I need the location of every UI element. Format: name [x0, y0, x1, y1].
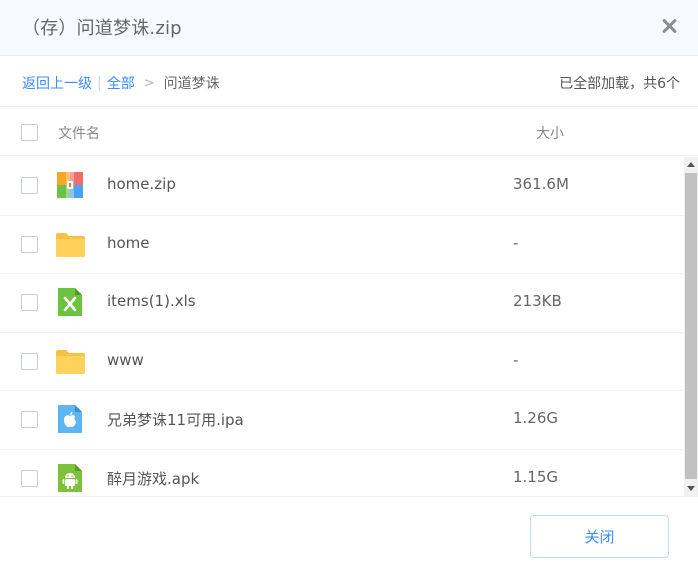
- zip-archive-icon: [57, 172, 83, 198]
- file-name[interactable]: home: [107, 234, 150, 252]
- scrollbar-thumb[interactable]: [685, 173, 697, 479]
- file-name[interactable]: 兄弟梦诛11可用.ipa: [107, 409, 244, 430]
- table-row[interactable]: www -: [0, 333, 684, 391]
- folder-icon: [56, 349, 85, 374]
- row-checkbox[interactable]: [21, 235, 38, 253]
- row-checkbox[interactable]: [21, 411, 38, 428]
- excel-file-icon: [58, 288, 82, 316]
- ios-app-icon: [58, 405, 82, 433]
- close-button[interactable]: 关闭: [530, 515, 669, 558]
- row-checkbox[interactable]: [21, 294, 38, 311]
- file-size: -: [513, 350, 519, 369]
- dialog-header: （存）问道梦诛.zip: [0, 0, 698, 56]
- file-size: 213KB: [513, 292, 562, 310]
- chevron-right-icon: >: [143, 75, 155, 91]
- table-header: 文件名 大小: [0, 108, 698, 156]
- table-row[interactable]: 兄弟梦诛11可用.ipa 1.26G: [0, 391, 684, 450]
- folder-icon: [56, 232, 85, 257]
- file-name[interactable]: www: [107, 351, 144, 369]
- file-list: home.zip 361.6M home - items(1).xls 213K…: [0, 157, 684, 496]
- table-row[interactable]: home.zip 361.6M: [0, 157, 684, 216]
- row-checkbox[interactable]: [21, 352, 38, 370]
- table-row[interactable]: items(1).xls 213KB: [0, 274, 684, 333]
- dialog-title: （存）问道梦诛.zip: [22, 18, 182, 39]
- android-app-icon: [58, 463, 82, 492]
- breadcrumb-bar: 返回上一级 | 全部 > 问道梦诛 已全部加载，共6个: [0, 57, 698, 107]
- close-icon[interactable]: [658, 15, 680, 37]
- file-size: 1.15G: [513, 467, 559, 486]
- breadcrumb-current: 问道梦诛: [163, 76, 220, 92]
- file-size: 1.26G: [513, 409, 559, 427]
- file-name[interactable]: home.zip: [107, 175, 176, 193]
- breadcrumb-divider: |: [97, 75, 102, 91]
- back-link[interactable]: 返回上一级: [22, 73, 92, 93]
- row-checkbox[interactable]: [21, 469, 38, 487]
- dialog-footer: 关闭: [0, 496, 698, 580]
- scrollbar[interactable]: [684, 157, 698, 496]
- table-row[interactable]: 醉月游戏.apk 1.15G: [0, 450, 684, 497]
- column-header-size: 大小: [536, 126, 564, 142]
- file-name[interactable]: items(1).xls: [107, 292, 196, 310]
- all-link[interactable]: 全部: [107, 73, 135, 93]
- table-row[interactable]: home -: [0, 216, 684, 274]
- breadcrumb: 返回上一级 | 全部 > 问道梦诛: [22, 73, 220, 93]
- loaded-status: 已全部加载，共6个: [559, 76, 680, 92]
- select-all-checkbox[interactable]: [21, 124, 38, 141]
- column-header-name: 文件名: [58, 126, 100, 142]
- row-checkbox[interactable]: [21, 177, 38, 194]
- file-size: 361.6M: [513, 175, 569, 193]
- scroll-down-arrow-icon[interactable]: [687, 486, 695, 491]
- file-size: -: [513, 233, 519, 252]
- scroll-up-arrow-icon[interactable]: [687, 162, 695, 167]
- file-name[interactable]: 醉月游戏.apk: [107, 468, 199, 489]
